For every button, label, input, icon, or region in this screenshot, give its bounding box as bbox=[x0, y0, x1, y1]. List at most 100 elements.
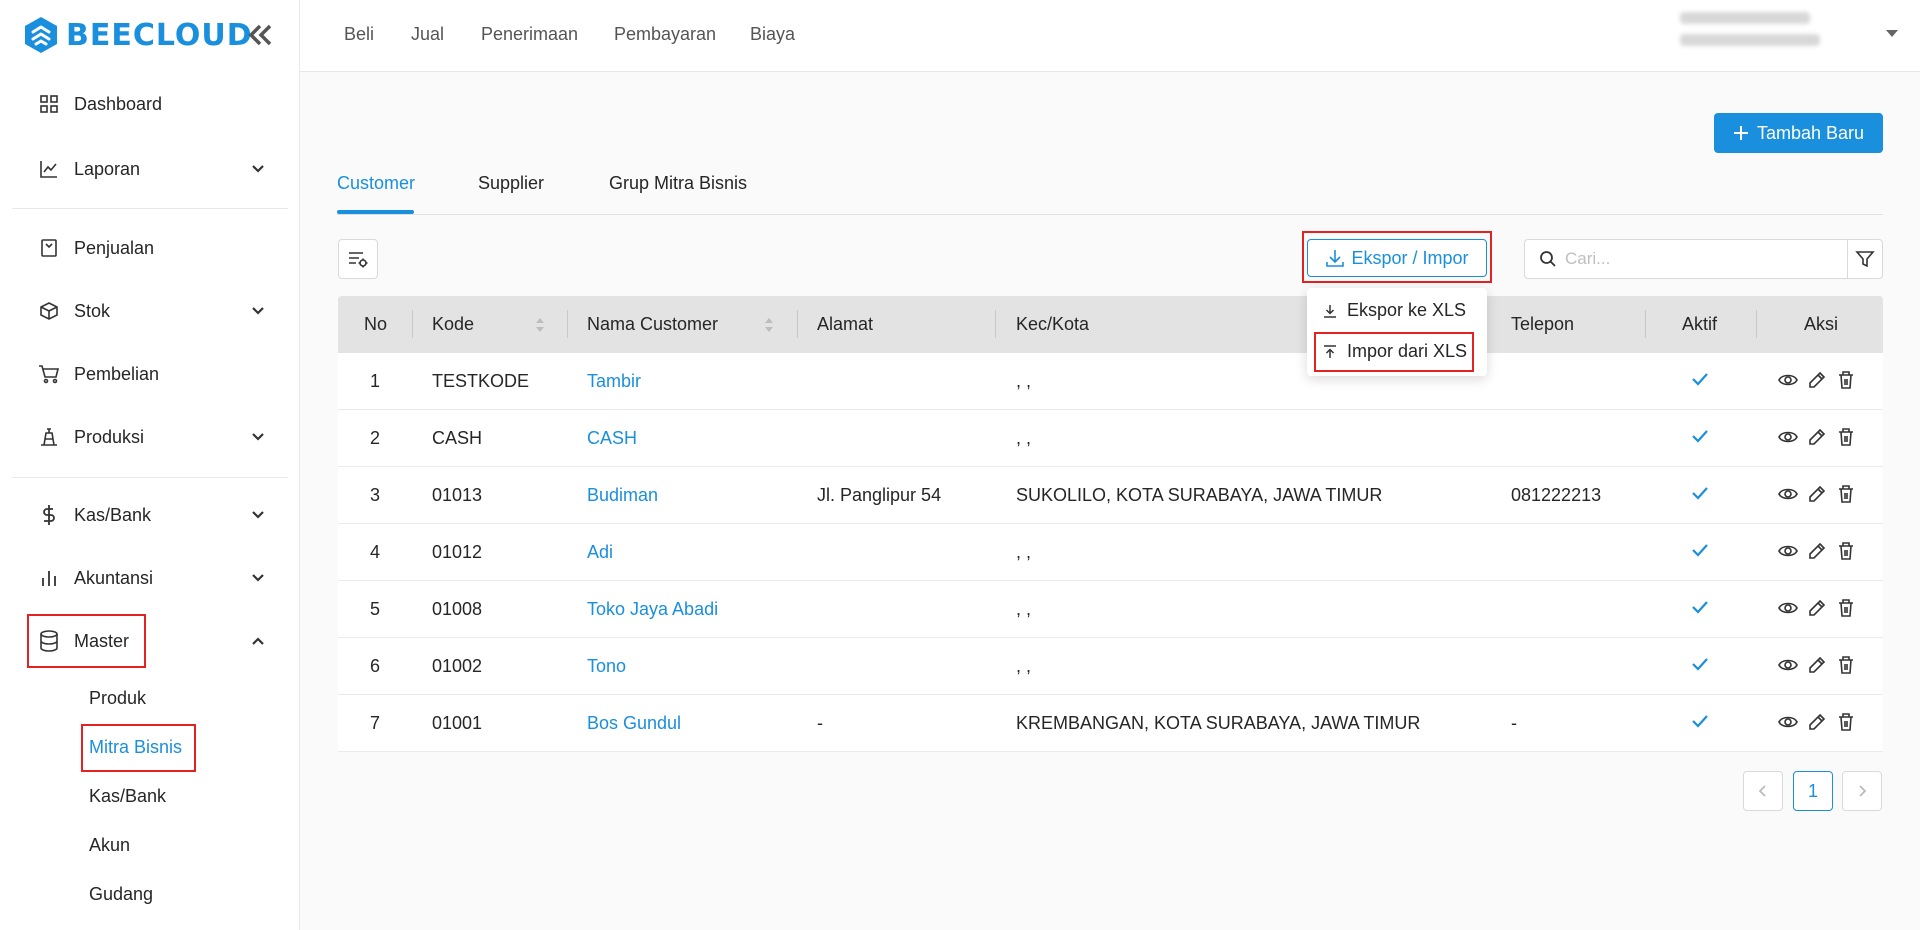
nav-beli[interactable]: Beli bbox=[344, 24, 374, 45]
cell-kode: 01002 bbox=[432, 656, 483, 676]
filter-icon bbox=[1855, 251, 1875, 268]
col-telepon: Telepon bbox=[1511, 314, 1575, 334]
sidebar-item-master[interactable]: Master bbox=[38, 626, 268, 656]
delete-icon[interactable] bbox=[1836, 541, 1856, 561]
next-page-button[interactable] bbox=[1842, 771, 1882, 811]
cell-no: 2 bbox=[369, 428, 381, 448]
view-icon[interactable] bbox=[1778, 484, 1798, 504]
page-1-button[interactable]: 1 bbox=[1793, 771, 1833, 811]
tab-supplier[interactable]: Supplier bbox=[478, 173, 544, 194]
sidebar-item-akuntansi[interactable]: Akuntansi bbox=[38, 563, 268, 593]
caret-down-icon[interactable] bbox=[1886, 30, 1898, 37]
col-aksi: Aksi bbox=[1804, 314, 1839, 334]
cell-nama-customer[interactable]: Adi bbox=[587, 542, 613, 563]
nav-jual[interactable]: Jual bbox=[411, 24, 444, 45]
col-kode[interactable]: Kode bbox=[432, 314, 474, 335]
cell-nama-customer[interactable]: Tambir bbox=[587, 371, 641, 392]
export-import-label: Ekspor / Impor bbox=[1351, 247, 1469, 268]
export-import-button[interactable]: Ekspor / Impor bbox=[1307, 239, 1487, 277]
view-icon[interactable] bbox=[1778, 370, 1798, 390]
user-menu[interactable] bbox=[1680, 12, 1850, 56]
table-header: No Kode Nama Customer Alamat Kec/Kota Te… bbox=[338, 296, 1883, 353]
sidebar-sub-gudang[interactable]: Gudang bbox=[89, 884, 153, 905]
sidebar-sub-kasbank[interactable]: Kas/Bank bbox=[89, 786, 166, 807]
cell-kec-kota: , , bbox=[1016, 656, 1032, 676]
tab-customer[interactable]: Customer bbox=[337, 173, 415, 194]
nav-penerimaan[interactable]: Penerimaan bbox=[481, 24, 578, 45]
delete-icon[interactable] bbox=[1836, 427, 1856, 447]
cell-kode: 01008 bbox=[432, 599, 483, 619]
cell-kec-kota: , , bbox=[1016, 542, 1032, 562]
sidebar-item-label: Master bbox=[74, 630, 130, 651]
edit-icon[interactable] bbox=[1807, 484, 1827, 504]
edit-icon[interactable] bbox=[1807, 541, 1827, 561]
cell-kec-kota: SUKOLILO, KOTA SURABAYA, JAWA TIMUR bbox=[1016, 485, 1383, 505]
view-icon[interactable] bbox=[1778, 541, 1798, 561]
search-input[interactable] bbox=[1565, 249, 1825, 269]
sidebar-item-laporan[interactable]: Laporan bbox=[38, 154, 268, 184]
sidebar-item-penjualan[interactable]: Penjualan bbox=[38, 233, 268, 263]
edit-icon[interactable] bbox=[1807, 370, 1827, 390]
view-icon[interactable] bbox=[1778, 598, 1798, 618]
cell-kode: 01012 bbox=[432, 542, 483, 562]
cell-nama-customer[interactable]: Budiman bbox=[587, 485, 658, 506]
sidebar-item-stok[interactable]: Stok bbox=[38, 296, 268, 326]
receipt-icon bbox=[38, 237, 60, 259]
col-alamat: Alamat bbox=[817, 314, 874, 334]
delete-icon[interactable] bbox=[1836, 484, 1856, 504]
app-name: BEECLOUD bbox=[66, 17, 253, 53]
prev-page-button[interactable] bbox=[1743, 771, 1783, 811]
bar-chart-icon bbox=[38, 567, 60, 589]
cell-alamat: - bbox=[817, 713, 823, 733]
sort-icon[interactable] bbox=[534, 316, 546, 334]
sidebar-item-label: Dashboard bbox=[74, 93, 163, 114]
column-settings-button[interactable] bbox=[338, 239, 378, 279]
grid-icon bbox=[38, 93, 60, 115]
view-icon[interactable] bbox=[1778, 712, 1798, 732]
edit-icon[interactable] bbox=[1807, 712, 1827, 732]
active-check-icon bbox=[1691, 656, 1709, 677]
sort-icon[interactable] bbox=[763, 316, 775, 334]
edit-icon[interactable] bbox=[1807, 655, 1827, 675]
download-icon bbox=[1324, 304, 1336, 318]
view-icon[interactable] bbox=[1778, 427, 1798, 447]
row-actions bbox=[1778, 598, 1856, 618]
cell-kode: 01013 bbox=[432, 485, 483, 505]
sidebar-item-pembelian[interactable]: Pembelian bbox=[38, 359, 268, 389]
delete-icon[interactable] bbox=[1836, 655, 1856, 675]
beecloud-logo-icon bbox=[25, 17, 57, 53]
collapse-sidebar-icon[interactable] bbox=[246, 22, 274, 54]
logo[interactable]: BEECLOUD bbox=[24, 16, 253, 54]
sidebar-item-label: Pembelian bbox=[74, 363, 160, 384]
cell-alamat: Jl. Panglipur 54 bbox=[817, 485, 942, 505]
sidebar-sub-mitra-bisnis[interactable]: Mitra Bisnis bbox=[89, 737, 182, 758]
edit-icon[interactable] bbox=[1807, 427, 1827, 447]
cell-nama-customer[interactable]: Tono bbox=[587, 656, 626, 677]
import-xls-item[interactable]: Impor dari XLS bbox=[1323, 341, 1467, 362]
sidebar-item-kasbank[interactable]: Kas/Bank bbox=[38, 500, 268, 530]
col-nama-customer[interactable]: Nama Customer bbox=[587, 314, 718, 335]
row-actions bbox=[1778, 427, 1856, 447]
user-email-blurred bbox=[1680, 34, 1820, 46]
cell-nama-customer[interactable]: Bos Gundul bbox=[587, 713, 681, 734]
cell-nama-customer[interactable]: Toko Jaya Abadi bbox=[587, 599, 718, 620]
cell-nama-customer[interactable]: CASH bbox=[587, 428, 637, 449]
edit-icon[interactable] bbox=[1807, 598, 1827, 618]
delete-icon[interactable] bbox=[1836, 598, 1856, 618]
table-row: 5 01008 Toko Jaya Abadi , , bbox=[338, 581, 1883, 638]
nav-pembayaran[interactable]: Pembayaran bbox=[614, 24, 716, 45]
row-actions bbox=[1778, 712, 1856, 732]
filter-button[interactable] bbox=[1847, 239, 1883, 279]
tab-grup-mitra-bisnis[interactable]: Grup Mitra Bisnis bbox=[609, 173, 747, 194]
sidebar-item-dashboard[interactable]: Dashboard bbox=[38, 89, 268, 119]
sidebar-item-produksi[interactable]: Produksi bbox=[38, 422, 268, 452]
view-icon[interactable] bbox=[1778, 655, 1798, 675]
delete-icon[interactable] bbox=[1836, 370, 1856, 390]
delete-icon[interactable] bbox=[1836, 712, 1856, 732]
export-xls-item[interactable]: Ekspor ke XLS bbox=[1323, 300, 1466, 321]
table-row: 4 01012 Adi , , bbox=[338, 524, 1883, 581]
sidebar-sub-produk[interactable]: Produk bbox=[89, 688, 146, 709]
add-new-button[interactable]: Tambah Baru bbox=[1714, 113, 1883, 153]
nav-biaya[interactable]: Biaya bbox=[750, 24, 795, 45]
sidebar-sub-akun[interactable]: Akun bbox=[89, 835, 130, 856]
